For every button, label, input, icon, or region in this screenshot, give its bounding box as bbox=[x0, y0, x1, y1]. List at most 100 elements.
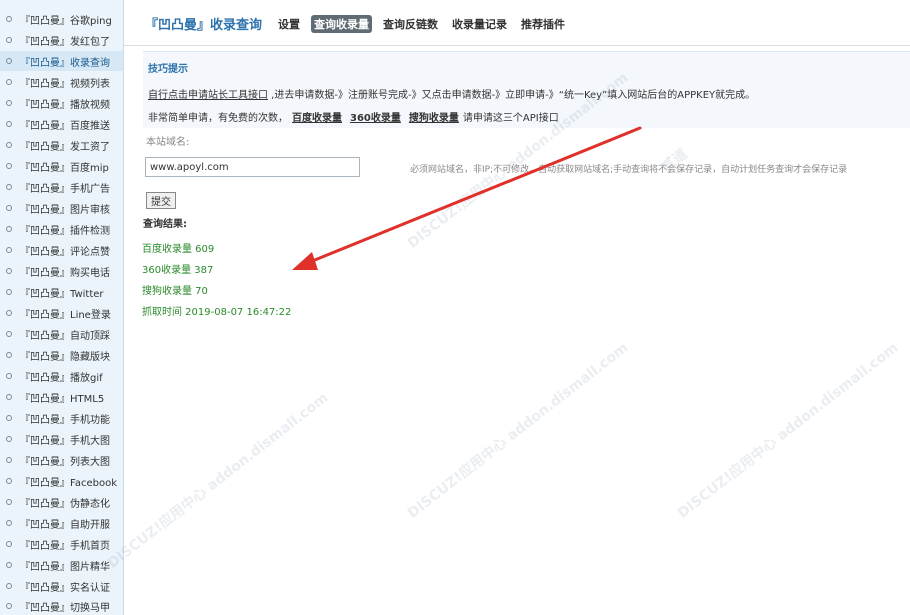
sidebar-item[interactable]: 『凹凸曼』伪静态化 bbox=[0, 492, 123, 512]
bullet-icon bbox=[6, 310, 12, 316]
sidebar-item[interactable]: 『凹凸曼』百度mip bbox=[0, 156, 123, 176]
bullet-icon bbox=[6, 331, 12, 337]
sidebar-item-label: 『凹凸曼』HTML5 bbox=[20, 393, 105, 405]
tips-line-2: 非常简单申请，有免费的次数， 百度收录量 360收录量 搜狗收录量 请申请这三个API接… bbox=[148, 109, 559, 124]
sidebar-item[interactable]: 『凹凸曼』图片精华 bbox=[0, 555, 123, 575]
sidebar-item[interactable]: 『凹凸曼』手机大图 bbox=[0, 429, 123, 449]
sidebar-item[interactable]: 『凹凸曼』手机功能 bbox=[0, 408, 123, 428]
sidebar-item[interactable]: 『凹凸曼』播放视频 bbox=[0, 93, 123, 113]
bullet-icon bbox=[6, 541, 12, 547]
sidebar-item-label: 『凹凸曼』发工资了 bbox=[20, 141, 110, 153]
sidebar-item-active[interactable]: 『凹凸曼』收录查询 bbox=[0, 51, 123, 71]
results-title: 查询结果: bbox=[143, 219, 187, 230]
tips-title: 技巧提示 bbox=[148, 64, 188, 75]
sidebar-item[interactable]: 『凹凸曼』自助开服 bbox=[0, 513, 123, 533]
bullet-icon bbox=[6, 289, 12, 295]
sidebar-item-label: 『凹凸曼』百度推送 bbox=[20, 120, 110, 132]
sidebar-item-label: 『凹凸曼』视频列表 bbox=[20, 78, 110, 90]
sidebar-item[interactable]: 『凹凸曼』手机首页 bbox=[0, 534, 123, 554]
sidebar-item-label: 『凹凸曼』插件检测 bbox=[20, 225, 110, 237]
apply-api-link[interactable]: 自行点击申请站长工具接口 bbox=[148, 90, 268, 101]
baidu-api-link[interactable]: 百度收录量 bbox=[292, 113, 342, 124]
bullet-icon bbox=[6, 37, 12, 43]
watermark: DISCUZ!应用中心 addon.dismall.com bbox=[674, 339, 902, 522]
sidebar-item[interactable]: 『凹凸曼』Facebook bbox=[0, 471, 123, 491]
sidebar-item[interactable]: 『凹凸曼』图片审核 bbox=[0, 198, 123, 218]
domain-field[interactable] bbox=[145, 157, 360, 177]
tips-line-2-prefix: 非常简单申请，有免费的次数， bbox=[148, 113, 288, 124]
tab-settings[interactable]: 设置 bbox=[275, 15, 303, 33]
sidebar-item[interactable]: 『凹凸曼』百度推送 bbox=[0, 114, 123, 134]
bullet-icon bbox=[6, 205, 12, 211]
bullet-icon bbox=[6, 603, 12, 609]
sidebar-item-label: 『凹凸曼』实名认证 bbox=[20, 582, 110, 594]
sidebar-item-label: 『凹凸曼』手机首页 bbox=[20, 540, 110, 552]
bullet-icon bbox=[6, 142, 12, 148]
sidebar-item-label: 『凹凸曼』手机广告 bbox=[20, 183, 110, 195]
bullet-icon bbox=[6, 16, 12, 22]
sidebar-item-label: 『凹凸曼』伪静态化 bbox=[20, 498, 110, 510]
top-nav: 设置 查询收录量 查询反链数 收录量记录 推荐插件 bbox=[275, 15, 568, 33]
sidebar-item-label: 『凹凸曼』发红包了 bbox=[20, 36, 110, 48]
sidebar-item-label: 『凹凸曼』Twitter bbox=[20, 288, 104, 300]
bullet-icon bbox=[6, 415, 12, 421]
tips-line-1: 自行点击申请站长工具接口 ,进去申请数据-》注册账号完成-》又点击申请数据-》立… bbox=[148, 86, 755, 101]
sidebar-item-label: 『凹凸曼』百度mip bbox=[20, 162, 109, 174]
sidebar-item[interactable]: 『凹凸曼』HTML5 bbox=[0, 387, 123, 407]
sidebar-item[interactable]: 『凹凸曼』Line登录 bbox=[0, 303, 123, 323]
sidebar-item-label: 『凹凸曼』播放视频 bbox=[20, 99, 110, 111]
tab-index-records[interactable]: 收录量记录 bbox=[449, 15, 510, 33]
sidebar-item[interactable]: 『凹凸曼』切换马甲 bbox=[0, 596, 123, 615]
domain-label: 本站域名: bbox=[146, 137, 190, 148]
tab-recommended-plugins[interactable]: 推荐插件 bbox=[518, 15, 568, 33]
result-sogou: 搜狗收录量 70 bbox=[142, 286, 208, 297]
tips-line-2-suffix: 请申请这三个API接口 bbox=[462, 113, 559, 124]
bullet-icon bbox=[6, 247, 12, 253]
sidebar-item[interactable]: 『凹凸曼』评论点赞 bbox=[0, 240, 123, 260]
result-360: 360收录量 387 bbox=[142, 265, 214, 276]
sidebar-item[interactable]: 『凹凸曼』发红包了 bbox=[0, 30, 123, 50]
sidebar-item[interactable]: 『凹凸曼』视频列表 bbox=[0, 72, 123, 92]
sidebar-item-label: 『凹凸曼』购买电话 bbox=[20, 267, 110, 279]
sidebar-item[interactable]: 『凹凸曼』谷歌ping bbox=[0, 9, 123, 29]
bullet-icon bbox=[6, 520, 12, 526]
sidebar-item-label: 『凹凸曼』手机功能 bbox=[20, 414, 110, 426]
sidebar-item[interactable]: 『凹凸曼』列表大图 bbox=[0, 450, 123, 470]
result-fetch-time: 抓取时间 2019-08-07 16:47:22 bbox=[142, 307, 292, 318]
sidebar-item[interactable]: 『凹凸曼』发工资了 bbox=[0, 135, 123, 155]
sidebar-item[interactable]: 『凹凸曼』隐藏版块 bbox=[0, 345, 123, 365]
bullet-icon bbox=[6, 478, 12, 484]
sidebar-item[interactable]: 『凹凸曼』自动顶踩 bbox=[0, 324, 123, 344]
sidebar-item-label: 『凹凸曼』自助开服 bbox=[20, 519, 110, 531]
sidebar-item-label: 『凹凸曼』Line登录 bbox=[20, 309, 111, 321]
bullet-icon bbox=[6, 100, 12, 106]
bullet-icon bbox=[6, 184, 12, 190]
sidebar-item-label: 『凹凸曼』列表大图 bbox=[20, 456, 110, 468]
bullet-icon bbox=[6, 352, 12, 358]
submit-button[interactable]: 提交 bbox=[146, 192, 176, 209]
360-api-link[interactable]: 360收录量 bbox=[350, 113, 401, 124]
sidebar-item[interactable]: 『凹凸曼』播放gif bbox=[0, 366, 123, 386]
sidebar-item[interactable]: 『凹凸曼』Twitter bbox=[0, 282, 123, 302]
sidebar-item[interactable]: 『凹凸曼』手机广告 bbox=[0, 177, 123, 197]
bullet-icon bbox=[6, 163, 12, 169]
sidebar-item-label: 『凹凸曼』图片审核 bbox=[20, 204, 110, 216]
sidebar-item[interactable]: 『凹凸曼』购买电话 bbox=[0, 261, 123, 281]
bullet-icon bbox=[6, 121, 12, 127]
tab-query-index-count[interactable]: 查询收录量 bbox=[311, 15, 372, 33]
sidebar-item-label: 『凹凸曼』切换马甲 bbox=[20, 602, 110, 614]
sidebar-item-label: 『凹凸曼』评论点赞 bbox=[20, 246, 110, 258]
header: 『凹凸曼』收录查询 设置 查询收录量 查询反链数 收录量记录 推荐插件 bbox=[124, 0, 910, 46]
bullet-icon bbox=[6, 373, 12, 379]
tab-query-backlinks[interactable]: 查询反链数 bbox=[380, 15, 441, 33]
watermark: DISCUZ!应用中心 addon.dismall.com bbox=[104, 389, 332, 572]
sidebar-item-label: 『凹凸曼』Facebook bbox=[20, 477, 117, 489]
bullet-icon bbox=[6, 436, 12, 442]
sogou-api-link[interactable]: 搜狗收录量 bbox=[409, 113, 459, 124]
sidebar-item-label: 『凹凸曼』隐藏版块 bbox=[20, 351, 110, 363]
watermark: DISCUZ!应用中心 addon.dismall.com bbox=[404, 339, 632, 522]
sidebar-item[interactable]: 『凹凸曼』插件检测 bbox=[0, 219, 123, 239]
bullet-icon bbox=[6, 394, 12, 400]
sidebar-item[interactable]: 『凹凸曼』实名认证 bbox=[0, 576, 123, 596]
sidebar: 『凹凸曼』谷歌ping 『凹凸曼』发红包了 『凹凸曼』收录查询 『凹凸曼』视频列… bbox=[0, 0, 124, 615]
